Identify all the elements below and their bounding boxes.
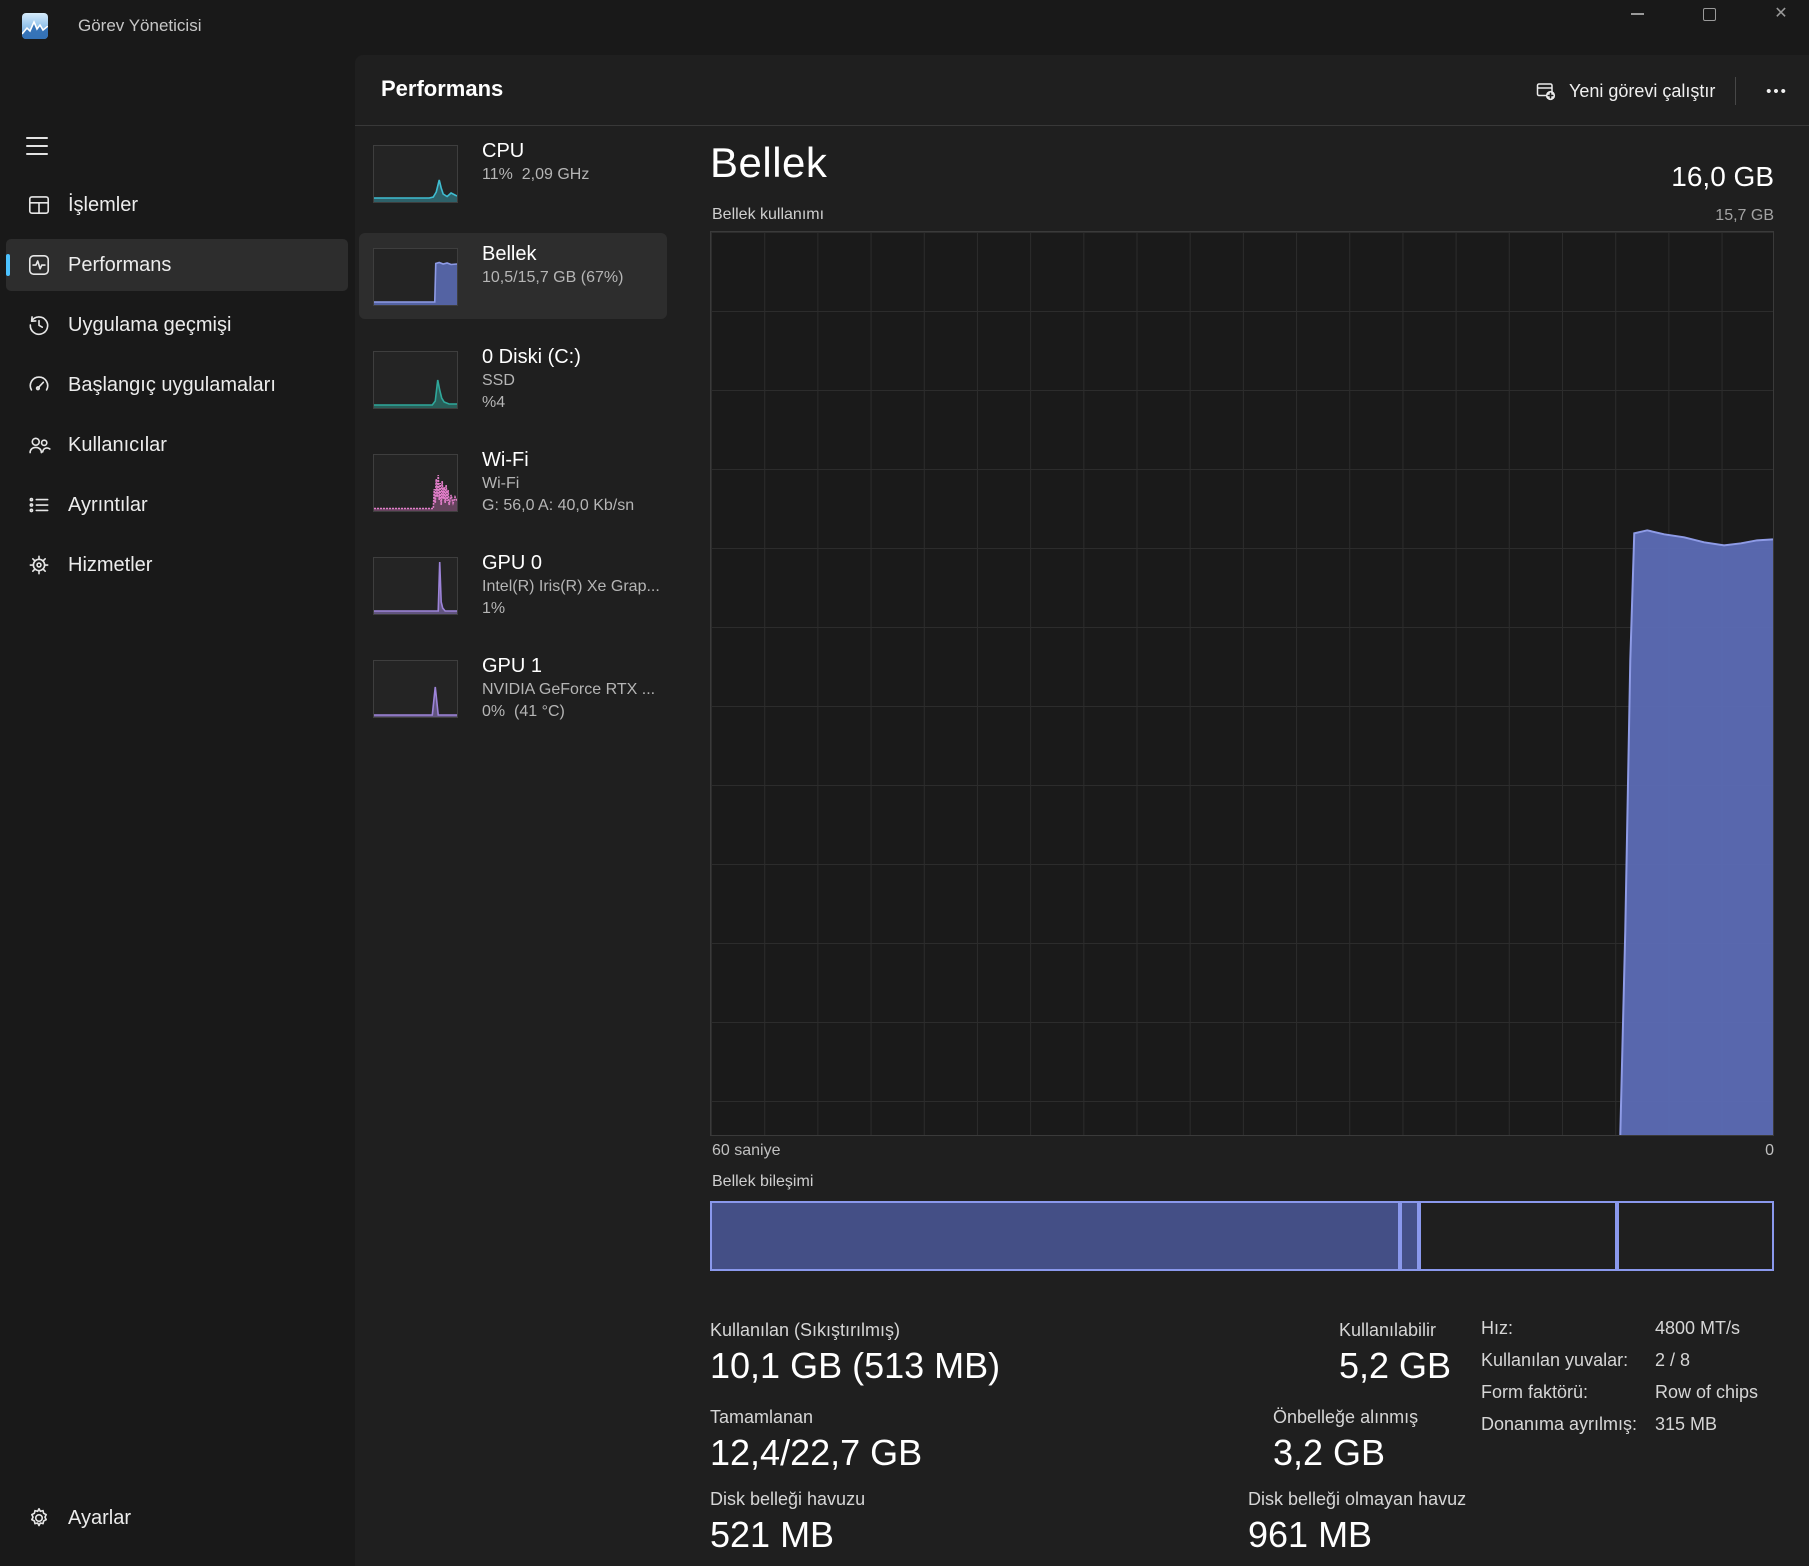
card-subtitle: Wi-Fi (482, 475, 520, 492)
memory-detail-pane: Bellek 16,0 GB Bellek kullanımı 15,7 GB … (710, 55, 1774, 1566)
startup-apps-gauge-icon (26, 372, 52, 398)
task-manager-logo-icon (22, 13, 48, 39)
composition-segment-standby (1419, 1201, 1617, 1271)
window-title: Görev Yöneticisi (78, 16, 202, 35)
gpu1-mini-chart (373, 660, 458, 718)
card-subtitle-2: G: 56,0 A: 40,0 Kb/sn (482, 497, 635, 514)
stat-label-cached: Önbelleğe alınmış (1273, 1407, 1419, 1427)
sidebar-item-performans[interactable]: Performans (6, 239, 348, 291)
composition-segment-in-use (710, 1201, 1400, 1271)
stat-label-available: Kullanılabilir (1339, 1320, 1437, 1340)
sidebar-nav: İşlemler Performans Uygulama geçmişi Baş… (6, 179, 348, 599)
maximize-icon (1702, 7, 1716, 21)
sidebar-item-islemler[interactable]: İşlemler (6, 179, 348, 231)
usage-chart-label: Bellek kullanımı (712, 206, 825, 223)
stat-label-used: Kullanılan (Sıkıştırılmış) (710, 1320, 901, 1340)
stat-value-cached: 3,2 GB (1273, 1432, 1386, 1473)
stat-value-non-paged-pool: 961 MB (1248, 1514, 1373, 1555)
detail-label-speed: Hız: (1481, 1318, 1514, 1338)
task-manager-window: Görev Yöneticisi ✕ İşlemler Performans U… (0, 0, 1809, 1566)
sidebar-item-kullanicilar[interactable]: Kullanıcılar (6, 419, 348, 471)
detail-value-form-factor: Row of chips (1655, 1382, 1759, 1402)
navigation-menu-button[interactable] (26, 131, 60, 161)
stat-value-used: 10,1 GB (513 MB) (710, 1345, 1001, 1386)
stat-value-paged-pool: 521 MB (710, 1514, 835, 1555)
selection-indicator (6, 254, 10, 276)
card-subtitle: NVIDIA GeForce RTX ... (482, 681, 656, 698)
card-subtitle-2: %4 (482, 394, 506, 411)
card-title: CPU (482, 140, 525, 162)
stat-value-available: 5,2 GB (1339, 1345, 1452, 1386)
detail-label-hw-reserved: Donanıma ayrılmış: (1481, 1414, 1638, 1434)
card-title: GPU 0 (482, 552, 543, 574)
card-gpu0[interactable]: GPU 0 Intel(R) Iris(R) Xe Grap... 1% (359, 542, 667, 628)
app-history-icon (26, 312, 52, 338)
stat-label-committed: Tamamlanan (710, 1407, 814, 1427)
performance-pulse-icon (26, 252, 52, 278)
details-list-icon (26, 492, 52, 518)
composition-segment-modified (1400, 1201, 1419, 1271)
settings-gear-icon (26, 1505, 52, 1531)
card-wifi[interactable]: Wi-Fi Wi-Fi G: 56,0 A: 40,0 Kb/sn (359, 439, 667, 525)
composition-label: Bellek bileşimi (712, 1173, 814, 1190)
usage-chart-max: 15,7 GB (1715, 207, 1774, 224)
close-icon: ✕ (1774, 5, 1788, 22)
card-title: 0 Diski (C:) (482, 346, 581, 368)
card-subtitle: 11% 2,09 GHz (482, 166, 590, 183)
stat-label-non-paged-pool: Disk belleği olmayan havuz (1248, 1489, 1467, 1509)
card-subtitle: Intel(R) Iris(R) Xe Grap... (482, 578, 660, 595)
main-panel: Performans Yeni görevi çalıştır ••• CPU … (355, 55, 1809, 1566)
card-disk[interactable]: 0 Diski (C:) SSD %4 (359, 336, 667, 422)
time-axis-zero: 0 (1765, 1142, 1774, 1159)
memory-composition-bar (710, 1201, 1774, 1271)
detail-label-form-factor: Form faktörü: (1481, 1382, 1589, 1402)
close-button[interactable]: ✕ (1761, 0, 1801, 28)
card-subtitle: SSD (482, 372, 515, 389)
users-icon (26, 432, 52, 458)
card-title: GPU 1 (482, 655, 543, 677)
sidebar-item-ayrintilar[interactable]: Ayrıntılar (6, 479, 348, 531)
minimize-icon (1630, 13, 1644, 15)
card-memory[interactable]: Bellek 10,5/15,7 GB (67%) (359, 233, 667, 319)
card-title: Wi-Fi (482, 449, 529, 471)
cpu-mini-chart (373, 145, 458, 203)
sidebar-item-uygulama-gecmisi[interactable]: Uygulama geçmişi (6, 299, 348, 351)
title-bar[interactable]: Görev Yöneticisi ✕ (0, 0, 1809, 55)
card-subtitle-2: 1% (482, 600, 506, 617)
memory-usage-area (1619, 529, 1773, 1135)
services-gear-icon (26, 552, 52, 578)
memory-usage-chart (710, 231, 1774, 1136)
total-memory-value: 16,0 GB (1671, 161, 1774, 192)
composition-segment-free (1617, 1201, 1774, 1271)
maximize-button[interactable] (1689, 0, 1729, 28)
processes-icon (26, 192, 52, 218)
card-title: Bellek (482, 243, 537, 265)
stat-label-paged-pool: Disk belleği havuzu (710, 1489, 866, 1509)
settings-row[interactable]: Ayarlar (6, 1492, 348, 1544)
wifi-mini-chart (373, 454, 458, 512)
card-subtitle-2: 0% (41 °C) (482, 703, 565, 720)
detail-label-slots: Kullanılan yuvalar: (1481, 1350, 1629, 1370)
disk-mini-chart (373, 351, 458, 409)
page-heading: Bellek (710, 139, 828, 186)
detail-value-slots: 2 / 8 (1655, 1350, 1691, 1370)
minimize-button[interactable] (1617, 0, 1657, 28)
gpu0-mini-chart (373, 557, 458, 615)
card-gpu1[interactable]: GPU 1 NVIDIA GeForce RTX ... 0% (41 °C) (359, 645, 667, 731)
sidebar-item-baslangic-uygulamalari[interactable]: Başlangıç uygulamaları (6, 359, 348, 411)
stat-value-committed: 12,4/22,7 GB (710, 1432, 923, 1473)
detail-value-hw-reserved: 315 MB (1655, 1414, 1718, 1434)
card-subtitle: 10,5/15,7 GB (67%) (482, 269, 624, 286)
card-cpu[interactable]: CPU 11% 2,09 GHz (359, 130, 667, 216)
sidebar-item-hizmetler[interactable]: Hizmetler (6, 539, 348, 591)
sidebar-item-ayarlar[interactable]: Ayarlar (6, 1492, 348, 1552)
sidebar: İşlemler Performans Uygulama geçmişi Baş… (0, 55, 355, 1566)
memory-mini-chart (373, 248, 458, 306)
time-axis-label: 60 saniye (712, 1142, 781, 1159)
detail-value-speed: 4800 MT/s (1655, 1318, 1741, 1338)
page-title: Performans (381, 76, 504, 101)
